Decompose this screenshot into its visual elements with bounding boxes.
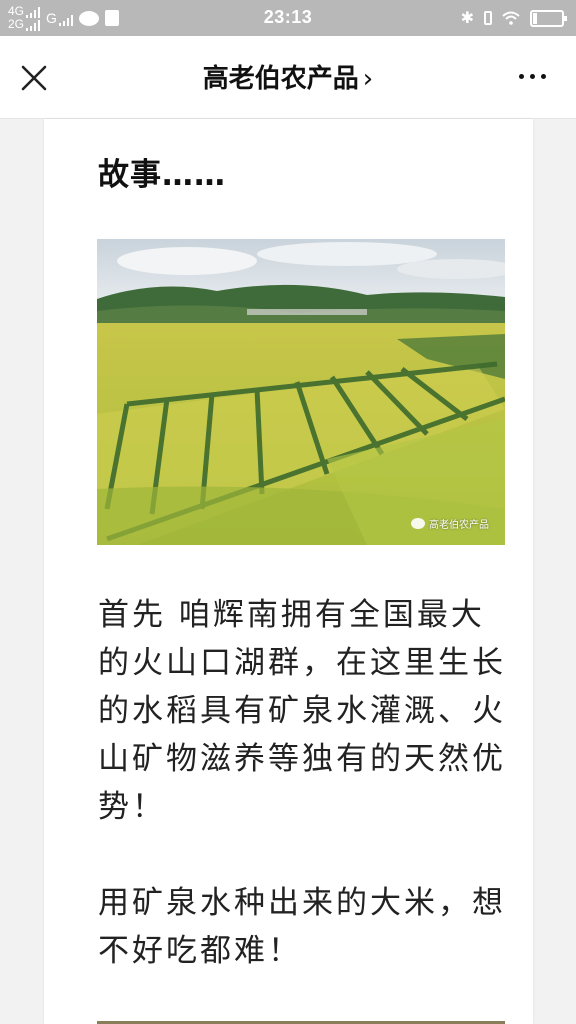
mini-battery-icon: [484, 11, 492, 25]
article-paragraph-2: 用矿泉水种出来的大米，想不好吃都难！: [98, 885, 506, 969]
status-right: ✱: [460, 6, 567, 30]
article-paragraph-1: 首先 咱辉南拥有全国最大的火山口湖群，在这里生长的水稻具有矿泉水灌溉、火山矿物滋…: [98, 597, 506, 825]
article-card: 故事…… 高老伯农产品 首先 咱辉南拥有全国最大的火山口湖群，在这里生长的水稻具…: [44, 119, 533, 1024]
nav-title[interactable]: 高老伯农产品 ›: [0, 58, 576, 95]
article-heading: 故事……: [98, 157, 226, 193]
rice-field-illustration: [97, 239, 517, 545]
battery-level: [533, 12, 537, 24]
more-icon[interactable]: [519, 74, 546, 79]
wechat-icon: [411, 518, 425, 529]
rice-field-photo[interactable]: 高老伯农产品: [97, 239, 517, 545]
nav-title-text: 高老伯农产品: [202, 64, 359, 94]
battery-icon: [530, 9, 567, 27]
photo-watermark-text: 高老伯农产品: [429, 520, 489, 531]
wifi-icon: [502, 11, 520, 25]
status-bar: 4G 2G G 23:13 ✱: [0, 0, 576, 36]
chevron-right-icon: ›: [362, 64, 374, 94]
photo-watermark: 高老伯农产品: [411, 516, 489, 531]
bluetooth-icon: ✱: [460, 10, 474, 27]
nav-bar: 高老伯农产品 ›: [0, 36, 576, 119]
